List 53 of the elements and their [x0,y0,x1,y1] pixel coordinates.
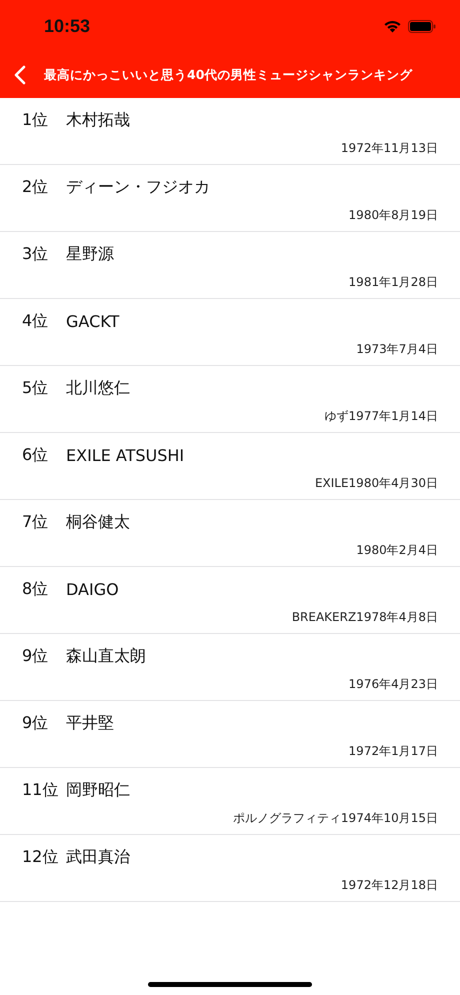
musician-name: EXILE ATSUSHI [66,446,184,464]
rank-label: 2位 [22,176,50,198]
musician-name: 木村拓哉 [66,110,130,130]
birth-date: 1980年8月19日 [348,207,438,224]
birth-date: EXILE1980年4月30日 [314,475,438,492]
ranking-row[interactable]: 4位 GACKT 1973年7月4日 [0,299,460,366]
rank-label: 1位 [22,110,50,130]
birth-date: 1973年7月4日 [356,341,438,358]
ranking-row[interactable]: 7位 桐谷健太 1980年2月4日 [0,500,460,567]
wifi-icon [383,19,402,33]
birth-date: 1981年1月28日 [348,274,438,291]
musician-name: 星野源 [66,244,114,264]
status-time: 10:53 [44,16,90,36]
ranking-row[interactable]: 8位 DAIGO BREAKERZ1978年4月8日 [0,567,460,634]
musician-name: 桐谷健太 [66,512,130,532]
rank-label: 9位 [22,646,50,666]
musician-name: 森山直太朗 [66,646,146,666]
back-button[interactable] [12,63,28,87]
musician-name: ディーン・フジオカ [66,176,210,198]
ranking-row[interactable]: 2位 ディーン・フジオカ 1980年8月19日 [0,165,460,232]
birth-date: BREAKERZ1978年4月8日 [292,609,438,626]
ranking-row[interactable]: 11位 岡野昭仁 ポルノグラフィティ1974年10月15日 [0,768,460,835]
musician-name: 平井堅 [66,712,114,734]
ranking-row[interactable]: 1位 木村拓哉 1972年11月13日 [0,98,460,165]
birth-date: 1972年12月18日 [340,877,438,894]
rank-label: 5位 [22,378,50,398]
ranking-row[interactable]: 5位 北川悠仁 ゆず1977年1月14日 [0,366,460,433]
ranking-row[interactable]: 9位 平井堅 1972年1月17日 [0,701,460,768]
nav-title: 最高にかっこいいと思う40代の男性ミュージシャンランキング [44,66,412,84]
musician-name: 北川悠仁 [66,378,130,398]
birth-date: 1980年2月4日 [356,542,438,559]
birth-date: ポルノグラフィティ1974年10月15日 [232,810,438,827]
rank-label: 3位 [22,244,50,264]
rank-label: 7位 [22,512,50,532]
musician-name: DAIGO [66,580,119,598]
rank-label: 6位 [22,444,50,466]
battery-icon [408,20,436,32]
ranking-row[interactable]: 9位 森山直太朗 1976年4月23日 [0,634,460,701]
birth-date: 1972年11月13日 [340,140,438,157]
musician-name: 岡野昭仁 [66,780,130,800]
rank-label: 9位 [22,712,50,734]
birth-date: 1976年4月23日 [348,676,438,693]
birth-date: 1972年1月17日 [348,743,438,760]
rank-label: 4位 [22,310,50,332]
rank-label: 11位 [22,780,60,800]
birth-date: ゆず1977年1月14日 [324,408,438,425]
rank-label: 8位 [22,578,50,600]
rank-label: 12位 [22,846,60,868]
ranking-row[interactable]: 3位 星野源 1981年1月28日 [0,232,460,299]
musician-name: GACKT [66,312,120,330]
musician-name: 武田真治 [66,846,130,868]
ranking-row[interactable]: 6位 EXILE ATSUSHI EXILE1980年4月30日 [0,433,460,500]
ranking-row[interactable]: 12位 武田真治 1972年12月18日 [0,835,460,902]
